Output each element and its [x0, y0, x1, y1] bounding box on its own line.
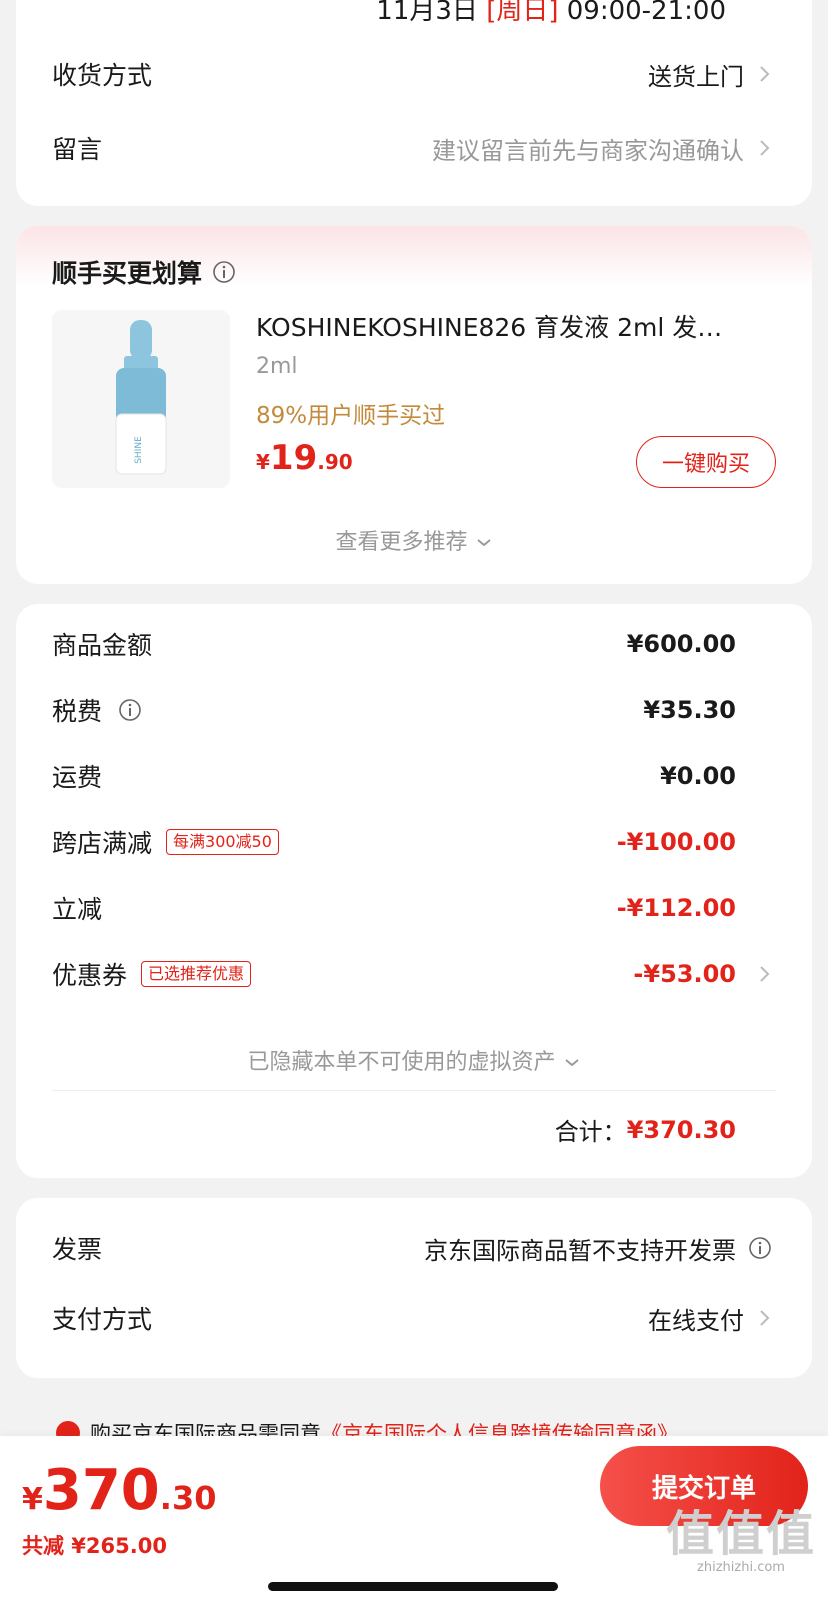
watermark-glyphs: 值值值 [665, 1506, 816, 1562]
total-value: ¥370.30 [626, 1115, 736, 1144]
payment-method-row[interactable]: 支付方式 在线支付 [52, 1298, 772, 1338]
watermark: 值值值 zhizhizhi.com [666, 1508, 816, 1575]
delivery-date: 11月3日 [376, 0, 478, 26]
chevron-right-icon [758, 61, 772, 87]
tax-value: ¥35.30 [643, 696, 736, 724]
note-label: 留言 [52, 135, 103, 164]
invoice-label: 发票 [52, 1235, 103, 1264]
instant-discount-row: 立减 -¥112.00 [52, 888, 736, 928]
coupon-value: -¥53.00 [633, 960, 736, 988]
more-recommend-text: 查看更多推荐 [335, 530, 468, 555]
recommend-title-text: 顺手买更划算 [52, 259, 203, 288]
chevron-right-icon [758, 135, 772, 161]
shipping-value: ¥0.00 [660, 762, 736, 790]
chevron-right-icon [758, 1305, 772, 1331]
tax-row: 税费 ¥35.30 [52, 690, 736, 730]
product-image-label: SHINE [134, 436, 144, 464]
recommend-card: 顺手买更划算 SHINE KOSHINEKOSHINE826 育发液 2ml 发… [16, 226, 812, 584]
chevron-right-icon[interactable] [758, 954, 772, 994]
info-icon[interactable] [748, 1236, 772, 1260]
price-decimal: .90 [317, 450, 353, 474]
payable-price: ¥ 370 .30 [22, 1458, 216, 1523]
total-saved: 共减 ¥265.00 [22, 1534, 167, 1558]
payment-card: 发票 京东国际商品暂不支持开发票 支付方式 在线支付 [16, 1198, 812, 1378]
info-icon[interactable] [118, 698, 142, 722]
note-row[interactable]: 留言 建议留言前先与商家沟通确认 [52, 128, 772, 168]
cross-store-label: 跨店满减 [52, 829, 153, 858]
invoice-row[interactable]: 发票 京东国际商品暂不支持开发票 [52, 1228, 772, 1268]
delivery-day: [周日] [486, 0, 559, 26]
hidden-assets-text: 已隐藏本单不可使用的虚拟资产 [247, 1050, 556, 1075]
amount-card: 商品金额 ¥600.00 税费 ¥35.30 运费 ¥0.00 跨店满减 每满3… [16, 604, 812, 1178]
chevron-down-icon [563, 1050, 581, 1075]
instant-discount-value: -¥112.00 [616, 894, 736, 922]
delivery-method-row[interactable]: 收货方式 送货上门 [52, 54, 772, 94]
watermark-text: zhizhizhi.com [697, 1560, 785, 1575]
more-recommend[interactable]: 查看更多推荐 [16, 524, 812, 556]
instant-discount-label: 立减 [52, 895, 103, 924]
total-row: 合计： ¥370.30 [555, 1112, 736, 1147]
coupon-row[interactable]: 优惠券 已选推荐优惠 -¥53.00 [52, 954, 736, 994]
payable-decimal: .30 [159, 1479, 217, 1517]
goods-amount-value: ¥600.00 [626, 630, 736, 658]
coupon-label: 优惠券 [52, 961, 128, 990]
payment-method-label: 支付方式 [52, 1305, 153, 1334]
coupon-tag: 已选推荐优惠 [141, 961, 252, 987]
note-placeholder: 建议留言前先与商家沟通确认 [432, 136, 744, 165]
chevron-down-icon [475, 530, 493, 555]
hidden-assets[interactable]: 已隐藏本单不可使用的虚拟资产 [16, 1044, 812, 1076]
total-label: 合计： [554, 1118, 627, 1146]
payable-integer: 370 [42, 1458, 160, 1523]
one-click-buy-button[interactable]: 一键购买 [636, 436, 776, 488]
product-image[interactable]: SHINE [52, 310, 230, 488]
checkout-bar: ¥ 370 .30 共减 ¥265.00 提交订单 值值值 zhizhizhi.… [0, 1436, 828, 1604]
delivery-method-value: 送货上门 [648, 62, 744, 91]
delivery-time[interactable]: 11月3日 [周日] 09:00-21:00 [376, 0, 726, 27]
shipping-row: 运费 ¥0.00 [52, 756, 736, 796]
product-buyers: 89%用户顺手买过 [256, 403, 446, 429]
product-spec: 2ml [256, 354, 298, 379]
cross-store-value: -¥100.00 [616, 828, 736, 856]
product-name[interactable]: KOSHINEKOSHINE826 育发液 2ml 发… [256, 308, 776, 344]
payment-method-value: 在线支付 [648, 1306, 744, 1335]
goods-amount-label: 商品金额 [52, 631, 153, 660]
shipping-label: 运费 [52, 763, 103, 792]
price-integer: 19 [269, 438, 318, 478]
delivery-card: 11月3日 [周日] 09:00-21:00 收货方式 送货上门 留言 建议留言… [16, 0, 812, 206]
payable-symbol: ¥ [22, 1482, 43, 1517]
price-symbol: ¥ [256, 450, 270, 474]
invoice-value: 京东国际商品暂不支持开发票 [424, 1236, 736, 1265]
home-indicator[interactable] [268, 1582, 558, 1591]
recommend-title: 顺手买更划算 [52, 254, 236, 290]
info-icon[interactable] [212, 260, 236, 284]
cross-store-tag: 每满300减50 [166, 829, 279, 855]
goods-amount-row: 商品金额 ¥600.00 [52, 624, 736, 664]
cross-store-row: 跨店满减 每满300减50 -¥100.00 [52, 822, 736, 862]
product-price: ¥ 19 .90 [256, 438, 353, 478]
delivery-method-label: 收货方式 [52, 61, 153, 90]
tax-label: 税费 [52, 697, 103, 726]
divider [52, 1090, 776, 1091]
delivery-time-range: 09:00-21:00 [566, 0, 726, 26]
